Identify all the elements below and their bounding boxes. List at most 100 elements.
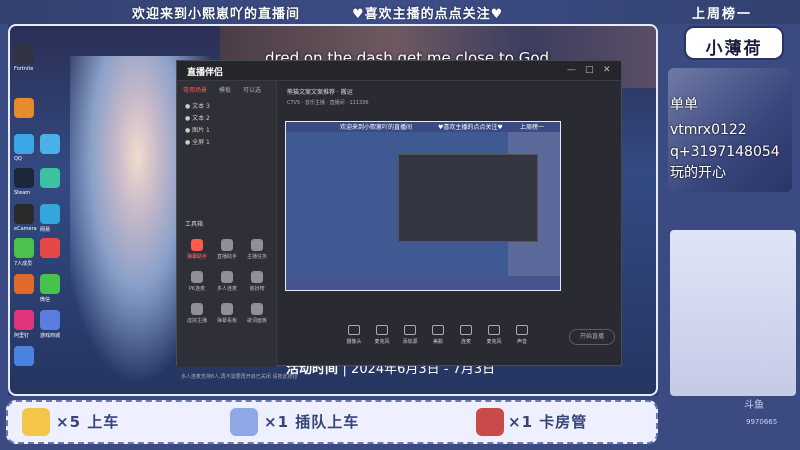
beauty-icon bbox=[432, 325, 444, 335]
play-icon[interactable] bbox=[40, 168, 60, 188]
desktop-label: 7人成员 bbox=[14, 261, 33, 267]
preview-nested-window bbox=[398, 154, 538, 242]
desktop-label: QQ bbox=[14, 156, 22, 162]
preview-top-bar bbox=[286, 122, 560, 132]
preview-rank: 上周榜一 bbox=[520, 124, 545, 131]
danmu-icon bbox=[191, 239, 203, 251]
preview-follow: ♥喜欢主播的点点关注♥ bbox=[438, 124, 503, 131]
desktop-label: 微信 bbox=[40, 297, 51, 303]
contact-line: 单单 bbox=[670, 97, 698, 113]
contact-line: 玩的开心 bbox=[670, 165, 726, 181]
tool-virtual[interactable]: 虚拟主播 bbox=[183, 303, 211, 324]
volume-icon bbox=[516, 325, 528, 335]
desktop-label: 阿里钉 bbox=[14, 333, 30, 339]
mic-icon bbox=[376, 325, 388, 335]
maximize-icon[interactable]: □ bbox=[585, 65, 594, 75]
room-header: 熊猫文案文案推荐 · 搬运 CTV5 · 音乐主播 · 直播间 · 111336 bbox=[281, 85, 617, 123]
tool-tasks[interactable]: 主播任务 bbox=[243, 239, 271, 260]
source-item[interactable]: ● 全屏 1 bbox=[185, 137, 210, 146]
source-item[interactable]: ● 图片 1 bbox=[185, 125, 210, 134]
board-icon bbox=[221, 303, 233, 315]
gift-rule: ×5 上车 bbox=[56, 413, 120, 431]
browser-icon[interactable] bbox=[40, 204, 60, 224]
stream-preview: 欢迎来到小熙崽吖的直播间 ♥喜欢主播的点点关注♥ 上周榜一 bbox=[285, 121, 561, 291]
tool-multi-link[interactable]: 多人连麦 bbox=[213, 271, 241, 292]
add-source-button[interactable]: 添加源 bbox=[395, 325, 425, 345]
qq-icon[interactable] bbox=[14, 134, 34, 154]
lyrics-icon bbox=[251, 303, 263, 315]
multi-link-icon bbox=[221, 271, 233, 283]
live-companion-window: 直播伴侣 — □ ✕ 常用场景 模板 可以选 ● 文本 3 ● 文本 2 ● 图… bbox=[176, 60, 622, 380]
link-icon bbox=[460, 325, 472, 335]
source-item[interactable]: ● 文本 3 bbox=[185, 101, 210, 110]
close-icon[interactable]: ✕ bbox=[603, 65, 611, 75]
contact-line: q+3197148054 bbox=[670, 144, 780, 160]
window-titlebar: 直播伴侣 — □ ✕ bbox=[177, 61, 621, 81]
welcome-banner-text: 欢迎来到小熙崽吖的直播间 bbox=[132, 7, 301, 22]
desktop-label: 网易 bbox=[40, 227, 51, 233]
tab-optional[interactable]: 可以选 bbox=[243, 87, 261, 94]
tool-pk[interactable]: PK连麦 bbox=[183, 271, 211, 292]
start-live-button[interactable]: 开始直播 bbox=[569, 329, 615, 345]
gift-rule: ×1 插队上车 bbox=[264, 413, 360, 431]
toolbox-heading: 工具箱 bbox=[185, 221, 204, 228]
tasks-icon bbox=[251, 239, 263, 251]
scene-tabs: 常用场景 模板 可以选 bbox=[183, 85, 271, 94]
tab-templates[interactable]: 模板 bbox=[219, 87, 231, 94]
tool-board[interactable]: 弹幕看板 bbox=[213, 303, 241, 324]
tab-scenes[interactable]: 常用场景 bbox=[183, 87, 207, 94]
link-button[interactable]: 连麦 bbox=[451, 325, 481, 345]
camera-icon bbox=[348, 325, 360, 335]
recycle-bin-icon[interactable] bbox=[14, 346, 34, 366]
virtual-icon bbox=[191, 303, 203, 315]
wechat-icon[interactable] bbox=[40, 274, 60, 294]
camera-icon[interactable] bbox=[14, 204, 34, 224]
add-source-icon bbox=[404, 325, 416, 335]
app-store-icon[interactable] bbox=[14, 274, 34, 294]
desktop-label: Steam bbox=[14, 190, 31, 196]
minimize-icon[interactable]: — bbox=[567, 65, 576, 75]
room-title[interactable]: 熊猫文案文案推荐 · 搬运 bbox=[287, 87, 353, 96]
rank-name-box: 小薄荷 bbox=[684, 26, 784, 60]
preview-bottom-bar bbox=[286, 276, 560, 290]
room-info: CTV5 · 音乐主播 · 直播间 · 111336 bbox=[287, 100, 369, 106]
mic-button[interactable]: 麦克风 bbox=[367, 325, 397, 345]
tool-lyrics[interactable]: 歌词面板 bbox=[243, 303, 271, 324]
desktop-label: Fortnite bbox=[14, 66, 34, 72]
weekly-rank-title: 上周榜一 bbox=[692, 7, 753, 22]
mic-level-button[interactable]: 麦克风 bbox=[479, 325, 509, 345]
power-icon[interactable] bbox=[14, 44, 34, 64]
scene-panel: 常用场景 模板 可以选 ● 文本 3 ● 文本 2 ● 图片 1 ● 全屏 1 … bbox=[177, 81, 297, 380]
tool-assistant[interactable]: 直播助手 bbox=[213, 239, 241, 260]
app-logo: 直播伴侣 bbox=[187, 68, 224, 78]
gift-app-icon[interactable] bbox=[14, 310, 34, 330]
mic-level-icon bbox=[488, 325, 500, 335]
outfit-icon bbox=[251, 271, 263, 283]
tool-outfit[interactable]: 装扮榜 bbox=[243, 271, 271, 292]
rank-name: 小薄荷 bbox=[705, 39, 763, 59]
overlay-left-border bbox=[0, 24, 8, 400]
desktop-label: 游戏商城 bbox=[40, 333, 61, 339]
volume-button[interactable]: 声音 bbox=[507, 325, 537, 345]
game-store-icon[interactable] bbox=[40, 310, 60, 330]
pk-icon bbox=[191, 271, 203, 283]
room-id-watermark: 9970665 bbox=[746, 418, 778, 426]
steam-icon[interactable] bbox=[14, 168, 34, 188]
beauty-button[interactable]: 美颜 bbox=[423, 325, 453, 345]
source-item[interactable]: ● 文本 2 bbox=[185, 113, 210, 122]
camera-button[interactable]: 摄像头 bbox=[339, 325, 369, 345]
netease-icon[interactable] bbox=[40, 238, 60, 258]
desktop-label: eCamera bbox=[14, 226, 37, 232]
wifi-icon[interactable] bbox=[40, 134, 60, 154]
fortnite-icon[interactable] bbox=[14, 98, 34, 118]
chibi-character-art bbox=[670, 230, 796, 396]
tool-danmu[interactable]: 弹幕助手 bbox=[183, 239, 211, 260]
rocket-icon bbox=[476, 408, 504, 436]
gift-rule: ×1 卡房管 bbox=[508, 413, 588, 431]
preview-welcome: 欢迎来到小熙崽吖的直播间 bbox=[340, 124, 413, 131]
follow-banner-text: ♥喜欢主播的点点关注♥ bbox=[352, 7, 504, 22]
desktop-icon-column: Fortnite QQ Steam eCamera 网易 7人成员 微信 阿里钉… bbox=[12, 38, 92, 388]
gold-ticket-icon bbox=[22, 408, 50, 436]
chat-group-icon[interactable] bbox=[14, 238, 34, 258]
assistant-icon bbox=[221, 239, 233, 251]
